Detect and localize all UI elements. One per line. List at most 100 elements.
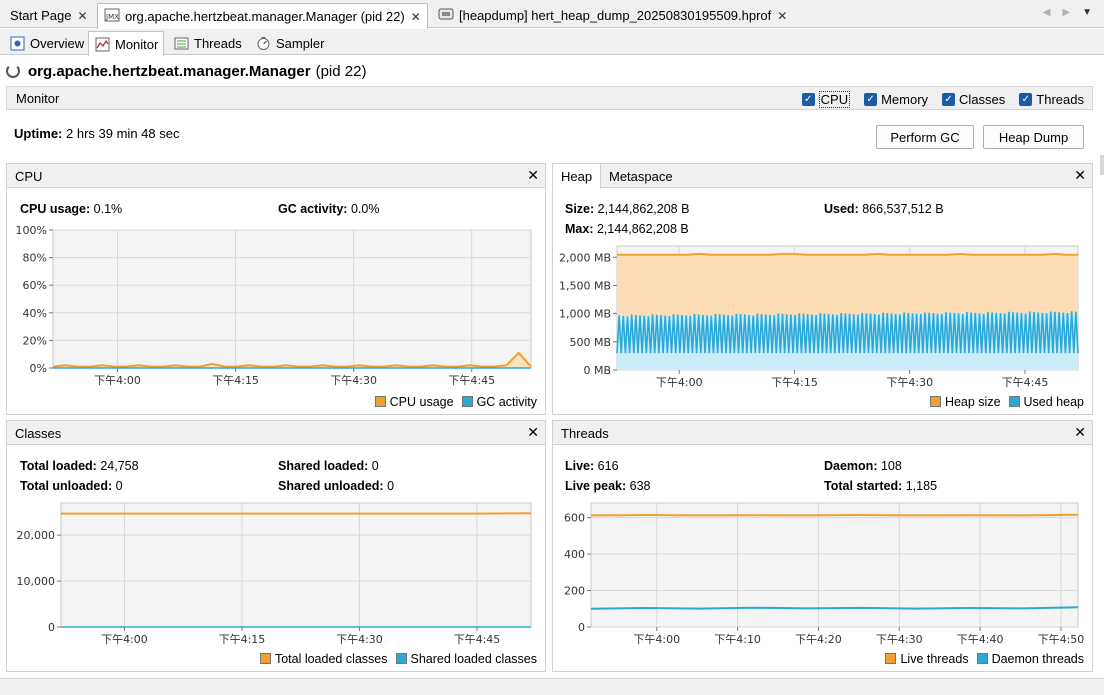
heap-dump-button[interactable]: Heap Dump	[983, 125, 1084, 149]
checkbox-label: Classes	[959, 92, 1006, 107]
checkmark-icon: ✓	[864, 93, 878, 106]
daemon-threads-line	[590, 606, 1079, 610]
stat-value: 108	[880, 459, 902, 473]
tab-heap[interactable]: Heap	[553, 164, 602, 189]
tab-overview[interactable]: Overview	[4, 31, 89, 55]
cpu-panel-header: CPU ✕	[7, 164, 545, 188]
close-icon[interactable]: ✕	[77, 9, 87, 23]
total-started-stat: Total started: 1,185	[824, 479, 937, 493]
y-tick-label: 1,000 MB	[559, 308, 611, 321]
checkbox-label: Memory	[881, 92, 929, 107]
tab-monitor[interactable]: Monitor	[88, 31, 165, 56]
classes-panel: Classes ✕ Total loaded: 24,758 Total unl…	[6, 420, 546, 672]
monitor-icon	[94, 36, 110, 52]
close-icon[interactable]: ✕	[527, 167, 539, 184]
tab-manager-process[interactable]: JMX org.apache.hertzbeat.manager.Manager…	[97, 3, 428, 29]
stat-value: 24,758	[100, 459, 139, 473]
shared-unloaded-stat: Shared unloaded: 0	[278, 479, 394, 493]
legend-item: Heap size	[929, 395, 1001, 409]
classes-chart: 20,000 10,000 0 下午4:00 下午4:15 下午4:30 下午4:45	[17, 502, 532, 646]
tab-metaspace[interactable]: Metaspace	[601, 164, 681, 188]
chevron-right-icon[interactable]: ▶	[1062, 7, 1070, 18]
stat-value: 616	[597, 459, 619, 473]
x-tick-label: 下午4:15	[771, 376, 818, 389]
gc-activity-stat: GC activity: 0.0%	[278, 202, 379, 216]
chevron-down-icon[interactable]: ▼	[1082, 7, 1092, 18]
threads-icon	[173, 35, 189, 51]
heap-legend: Heap size Used heap	[929, 395, 1084, 409]
live-stat: Live: 616	[565, 459, 619, 473]
stat-label: Total loaded:	[20, 459, 97, 473]
checkmark-icon: ✓	[801, 93, 815, 106]
perform-gc-button[interactable]: Perform GC	[876, 125, 974, 149]
monitor-header: Monitor ✓ CPU ✓ Memory ✓ Classes ✓ Threads	[6, 86, 1093, 110]
y-tick-label: 400	[564, 548, 585, 561]
stat-value: 0	[387, 479, 395, 493]
legend-label: Shared loaded classes	[410, 652, 537, 666]
stat-value: 0.1%	[93, 202, 123, 216]
x-tick-label: 下午4:40	[957, 633, 1004, 646]
legend-item: Shared loaded classes	[395, 652, 537, 666]
shared-loaded-stat: Shared loaded: 0	[278, 459, 379, 473]
checkbox-label: Threads	[1036, 92, 1084, 107]
plot-area	[52, 229, 532, 369]
legend-swatch	[461, 396, 473, 407]
legend-swatch	[929, 396, 941, 407]
legend-swatch	[885, 653, 897, 664]
heap-size-line	[617, 252, 1078, 256]
live-threads-line	[590, 513, 1079, 517]
y-tick-label: 80%	[23, 252, 47, 265]
tab-start-page[interactable]: Start Page ✕	[4, 3, 94, 28]
x-tick-label: 下午4:15	[212, 374, 259, 387]
y-tick-label: 20%	[23, 334, 47, 347]
heap-size-stat: Size: 2,144,862,208 B	[565, 202, 689, 216]
process-pid: (pid 22)	[315, 62, 367, 80]
legend-swatch	[1008, 396, 1020, 407]
document-tab-bar: Start Page ✕ JMX org.apache.hertzbeat.ma…	[0, 0, 1104, 29]
close-icon[interactable]: ✕	[1074, 167, 1086, 184]
stat-label: Used:	[824, 202, 859, 216]
stat-label: Live:	[565, 459, 595, 473]
stat-value: 0	[371, 459, 379, 473]
legend-label: CPU usage	[389, 395, 454, 409]
close-icon[interactable]: ✕	[777, 9, 787, 23]
close-icon[interactable]: ✕	[527, 424, 539, 441]
stat-value: 1,185	[905, 479, 938, 493]
y-tick-label: 100%	[16, 224, 47, 237]
y-tick-label: 10,000	[17, 575, 56, 588]
stat-label: GC activity:	[278, 202, 348, 216]
checkmark-icon: ✓	[942, 93, 956, 106]
stat-label: Shared unloaded:	[278, 479, 384, 493]
sampler-icon	[255, 35, 271, 51]
tab-sampler[interactable]: Sampler	[250, 31, 329, 55]
scrollbar[interactable]	[1100, 155, 1104, 175]
cpu-legend: CPU usage GC activity	[374, 395, 537, 409]
tab-label: Sampler	[276, 35, 325, 51]
chevron-left-icon[interactable]: ◀	[1043, 7, 1051, 18]
legend-item: Used heap	[1008, 395, 1084, 409]
checkbox-cpu[interactable]: ✓ CPU	[801, 91, 851, 108]
stat-label: Total started:	[824, 479, 903, 493]
legend-item: Daemon threads	[976, 652, 1084, 666]
x-tick-label: 下午4:45	[454, 633, 501, 646]
y-tick-label: 500 MB	[569, 336, 611, 349]
close-icon[interactable]: ✕	[411, 10, 421, 24]
x-tick-label: 下午4:00	[94, 374, 141, 387]
y-tick-label: 0%	[30, 362, 47, 375]
checkbox-threads[interactable]: ✓ Threads	[1019, 91, 1084, 108]
close-icon[interactable]: ✕	[1074, 424, 1086, 441]
y-tick-label: 0	[578, 621, 585, 634]
tab-label: org.apache.hertzbeat.manager.Manager (pi…	[125, 9, 405, 24]
stat-label: Total unloaded:	[20, 479, 113, 493]
x-tick-label: 下午4:15	[219, 633, 266, 646]
tab-threads[interactable]: Threads	[168, 31, 247, 55]
checkbox-classes[interactable]: ✓ Classes	[942, 91, 1005, 108]
uptime: Uptime: 2 hrs 39 min 48 sec	[14, 126, 179, 141]
stat-label: Max:	[565, 222, 594, 236]
stat-label: Live peak:	[565, 479, 627, 493]
checkbox-memory[interactable]: ✓ Memory	[864, 91, 928, 108]
heap-panel: Heap Metaspace ✕ Size: 2,144,862,208 B M…	[552, 163, 1093, 415]
overview-icon	[9, 35, 25, 51]
tab-heapdump[interactable]: [heapdump] hert_heap_dump_20250830195509…	[432, 3, 793, 28]
heapdump-icon	[438, 6, 454, 25]
